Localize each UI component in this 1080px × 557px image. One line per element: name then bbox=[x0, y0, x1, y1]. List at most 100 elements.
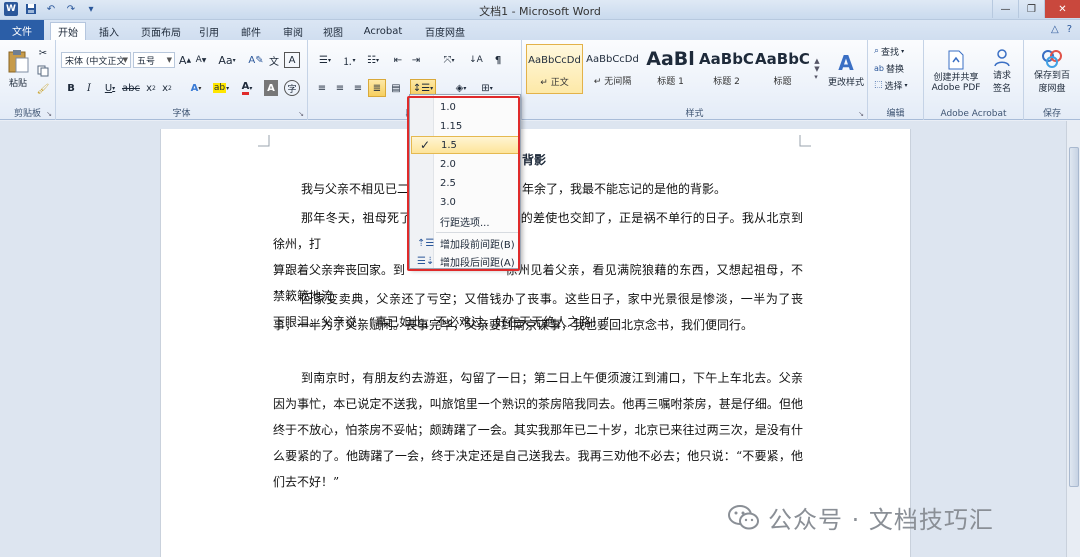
save-to-label-2: 度网盘 bbox=[1038, 84, 1066, 94]
font-size-dropdown-icon[interactable]: ▼ bbox=[167, 56, 172, 64]
text-effects-icon[interactable]: A ▾ bbox=[186, 80, 206, 96]
numbering-icon[interactable]: ⒈ ▾ bbox=[338, 52, 360, 68]
style-heading-2-name: 标题 2 bbox=[713, 77, 740, 87]
style-title[interactable]: AaBbC 标题 bbox=[754, 44, 811, 94]
minimize-icon[interactable]: — bbox=[992, 0, 1018, 18]
style-heading-2[interactable]: AaBbC 标题 2 bbox=[698, 44, 755, 94]
save-to-netdisk-button[interactable]: 保存到百 度网盘 bbox=[1026, 44, 1078, 98]
highlight-icon[interactable]: ab ▾ bbox=[210, 80, 232, 96]
align-left-icon[interactable]: ≡ bbox=[314, 80, 330, 96]
grow-font-icon[interactable]: A ▲ bbox=[178, 52, 192, 68]
show-marks-icon[interactable]: ¶ bbox=[490, 52, 506, 68]
window-title: 文档1 - Microsoft Word bbox=[479, 5, 601, 18]
vertical-scrollbar[interactable] bbox=[1066, 121, 1080, 557]
create-share-pdf-button[interactable]: 创建并共享 Adobe PDF bbox=[928, 44, 984, 98]
font-name-combo[interactable]: 宋体 (中文正文 ▼ bbox=[61, 52, 131, 68]
style-heading-1-name: 标题 1 bbox=[657, 77, 684, 87]
tab-file[interactable]: 文件 bbox=[0, 20, 44, 40]
copy-icon[interactable] bbox=[36, 64, 50, 78]
style-no-spacing-sample: AaBbCcDd bbox=[586, 53, 639, 65]
create-pdf-icon bbox=[948, 50, 964, 69]
font-name-dropdown-icon[interactable]: ▼ bbox=[123, 56, 128, 64]
font-size-combo[interactable]: 五号 ▼ bbox=[133, 52, 175, 68]
change-styles-icon: A bbox=[838, 50, 854, 75]
wechat-icon bbox=[728, 504, 759, 529]
justify-icon[interactable]: ≣ bbox=[368, 79, 386, 97]
phonetic-guide-icon[interactable]: 文 bbox=[266, 52, 282, 68]
close-icon[interactable]: ✕ bbox=[1044, 0, 1080, 18]
font-color-icon[interactable]: A ▾ bbox=[236, 80, 258, 96]
subscript-icon[interactable]: x2 bbox=[144, 80, 158, 96]
chinese-layout-icon[interactable]: ⤧ ▾ bbox=[438, 52, 460, 68]
strikethrough-icon[interactable]: abc bbox=[122, 80, 140, 96]
bullets-icon[interactable]: ☰ ▾ bbox=[314, 52, 336, 68]
margin-corner-mark bbox=[258, 135, 270, 147]
ribbon-tabs: 文件 开始 插入 页面布局 引用 邮件 审阅 视图 Acrobat 百度网盘 △… bbox=[0, 20, 1080, 40]
tab-acrobat[interactable]: Acrobat bbox=[360, 22, 406, 40]
paragraph-1-text-a: 我与父亲不相见已二 bbox=[301, 182, 410, 196]
bold-icon[interactable]: B bbox=[64, 80, 78, 96]
replace-icon: ab bbox=[874, 63, 884, 73]
tab-home[interactable]: 开始 bbox=[50, 22, 86, 40]
scrollbar-thumb[interactable] bbox=[1069, 147, 1079, 487]
tab-review[interactable]: 审阅 bbox=[278, 22, 308, 40]
style-title-name: 标题 bbox=[773, 77, 792, 87]
paragraph-1-text-b: 年余了，我最不能忘记的是他的背影。 bbox=[522, 182, 727, 196]
paste-button[interactable]: 粘贴 bbox=[4, 44, 32, 92]
find-icon: ⌕ bbox=[874, 46, 880, 56]
find-button[interactable]: ⌕ 查找 ▾ bbox=[874, 44, 920, 58]
help-icon[interactable]: ? bbox=[1067, 24, 1072, 35]
save-group-label: 保存 bbox=[1042, 109, 1061, 119]
style-no-spacing[interactable]: AaBbCcDd ↵ 无间隔 bbox=[584, 44, 641, 94]
create-share-label-2: Adobe PDF bbox=[931, 82, 981, 93]
change-case-icon[interactable]: Aa ▾ bbox=[218, 52, 236, 68]
clear-formatting-icon[interactable]: A✎ bbox=[248, 52, 264, 68]
italic-icon[interactable]: I bbox=[82, 80, 96, 96]
editing-group-label: 编辑 bbox=[886, 109, 905, 119]
restore-icon[interactable]: ❐ bbox=[1018, 0, 1044, 18]
paragraph-4: 到南京时，有朋友约去游逛，勾留了一日；第二日上午便须渡江到浦口，下午上车北去。父… bbox=[273, 371, 803, 489]
shrink-font-icon[interactable]: A ▼ bbox=[194, 52, 208, 68]
change-styles-button[interactable]: A 更改样式 bbox=[824, 44, 868, 94]
select-label: 选择 bbox=[884, 81, 903, 92]
clipboard-launcher-icon[interactable]: ↘ bbox=[45, 110, 53, 118]
acrobat-group-label: Adobe Acrobat bbox=[940, 109, 1007, 119]
request-signature-button[interactable]: 请求 签名 bbox=[984, 44, 1020, 98]
style-title-sample: AaBbC bbox=[755, 50, 810, 68]
style-normal[interactable]: AaBbCcDd ↵ 正文 bbox=[526, 44, 583, 94]
multilevel-list-icon[interactable]: ☷ ▾ bbox=[362, 52, 384, 68]
margin-corner-mark bbox=[799, 135, 811, 147]
acrobat-group: 创建并共享 Adobe PDF 请求 签名 Adobe Acrobat bbox=[924, 40, 1024, 120]
format-painter-icon[interactable]: 🖌 bbox=[36, 82, 50, 96]
character-border-icon[interactable]: A bbox=[284, 52, 300, 68]
character-shading-icon[interactable]: A bbox=[264, 80, 278, 96]
tab-baidu-netdisk[interactable]: 百度网盘 bbox=[420, 22, 470, 40]
enclose-characters-icon[interactable]: 字 bbox=[284, 80, 300, 96]
tab-references[interactable]: 引用 bbox=[194, 22, 224, 40]
watermark-text: 公众号 · 文档技巧汇 bbox=[768, 506, 994, 534]
distributed-icon[interactable]: ▤ bbox=[388, 80, 404, 96]
tab-view[interactable]: 视图 bbox=[318, 22, 348, 40]
style-heading-1[interactable]: AaBl 标题 1 bbox=[642, 44, 699, 94]
paragraph-3: 回家变卖典，父亲还了亏空；又借钱办了丧事。这些日子，家中光景很是惨淡，一半为了丧… bbox=[273, 292, 803, 332]
tab-insert[interactable]: 插入 bbox=[92, 22, 126, 40]
underline-icon[interactable]: U ▾ bbox=[100, 80, 120, 96]
sort-icon[interactable]: ↓A bbox=[468, 52, 484, 68]
cut-icon[interactable]: ✂ bbox=[36, 46, 50, 60]
tab-page-layout[interactable]: 页面布局 bbox=[136, 22, 186, 40]
align-right-icon[interactable]: ≡ bbox=[350, 80, 366, 96]
styles-gallery-scroll[interactable]: ▲ ▼ ▾ bbox=[812, 44, 822, 94]
align-center-icon[interactable]: ≡ bbox=[332, 80, 348, 96]
tab-mailings[interactable]: 邮件 bbox=[236, 22, 266, 40]
select-button[interactable]: ⬚ 选择 ▾ bbox=[874, 78, 920, 92]
superscript-icon[interactable]: x2 bbox=[160, 80, 174, 96]
style-no-spacing-name: ↵ 无间隔 bbox=[593, 77, 632, 87]
increase-indent-icon[interactable]: ⇥ bbox=[408, 52, 424, 68]
font-launcher-icon[interactable]: ↘ bbox=[297, 110, 305, 118]
styles-launcher-icon[interactable]: ↘ bbox=[857, 110, 865, 118]
replace-button[interactable]: ab 替换 bbox=[874, 61, 920, 75]
style-heading-2-sample: AaBbC bbox=[699, 50, 754, 68]
signature-icon bbox=[994, 49, 1010, 67]
decrease-indent-icon[interactable]: ⇤ bbox=[390, 52, 406, 68]
minimize-ribbon-icon[interactable]: △ bbox=[1051, 24, 1059, 35]
